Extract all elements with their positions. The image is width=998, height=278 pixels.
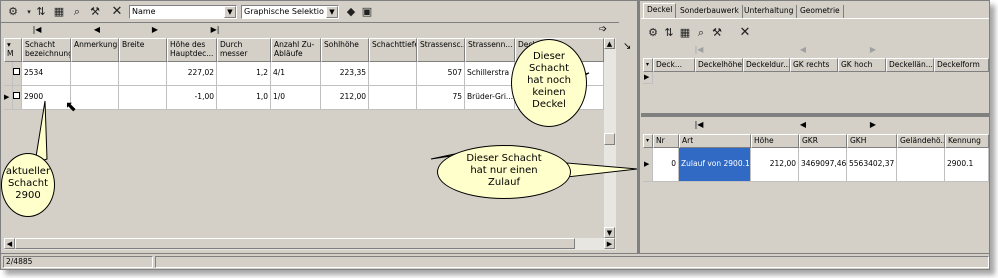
application-window: ⚙ ▾ ⇅ ▦ ⌕ ⚒ ✕ Name ▼ Graphische Selektio… — [0, 0, 990, 270]
callout-current-shaft: aktueller Schacht 2900 — [1, 153, 55, 217]
callout-one-inlet: Dieser Schacht hat nur einen Zulauf — [437, 145, 571, 199]
callout-pointers — [34, 72, 638, 178]
callout-no-cover: Dieser Schacht hat noch keinen Deckel — [511, 39, 587, 127]
